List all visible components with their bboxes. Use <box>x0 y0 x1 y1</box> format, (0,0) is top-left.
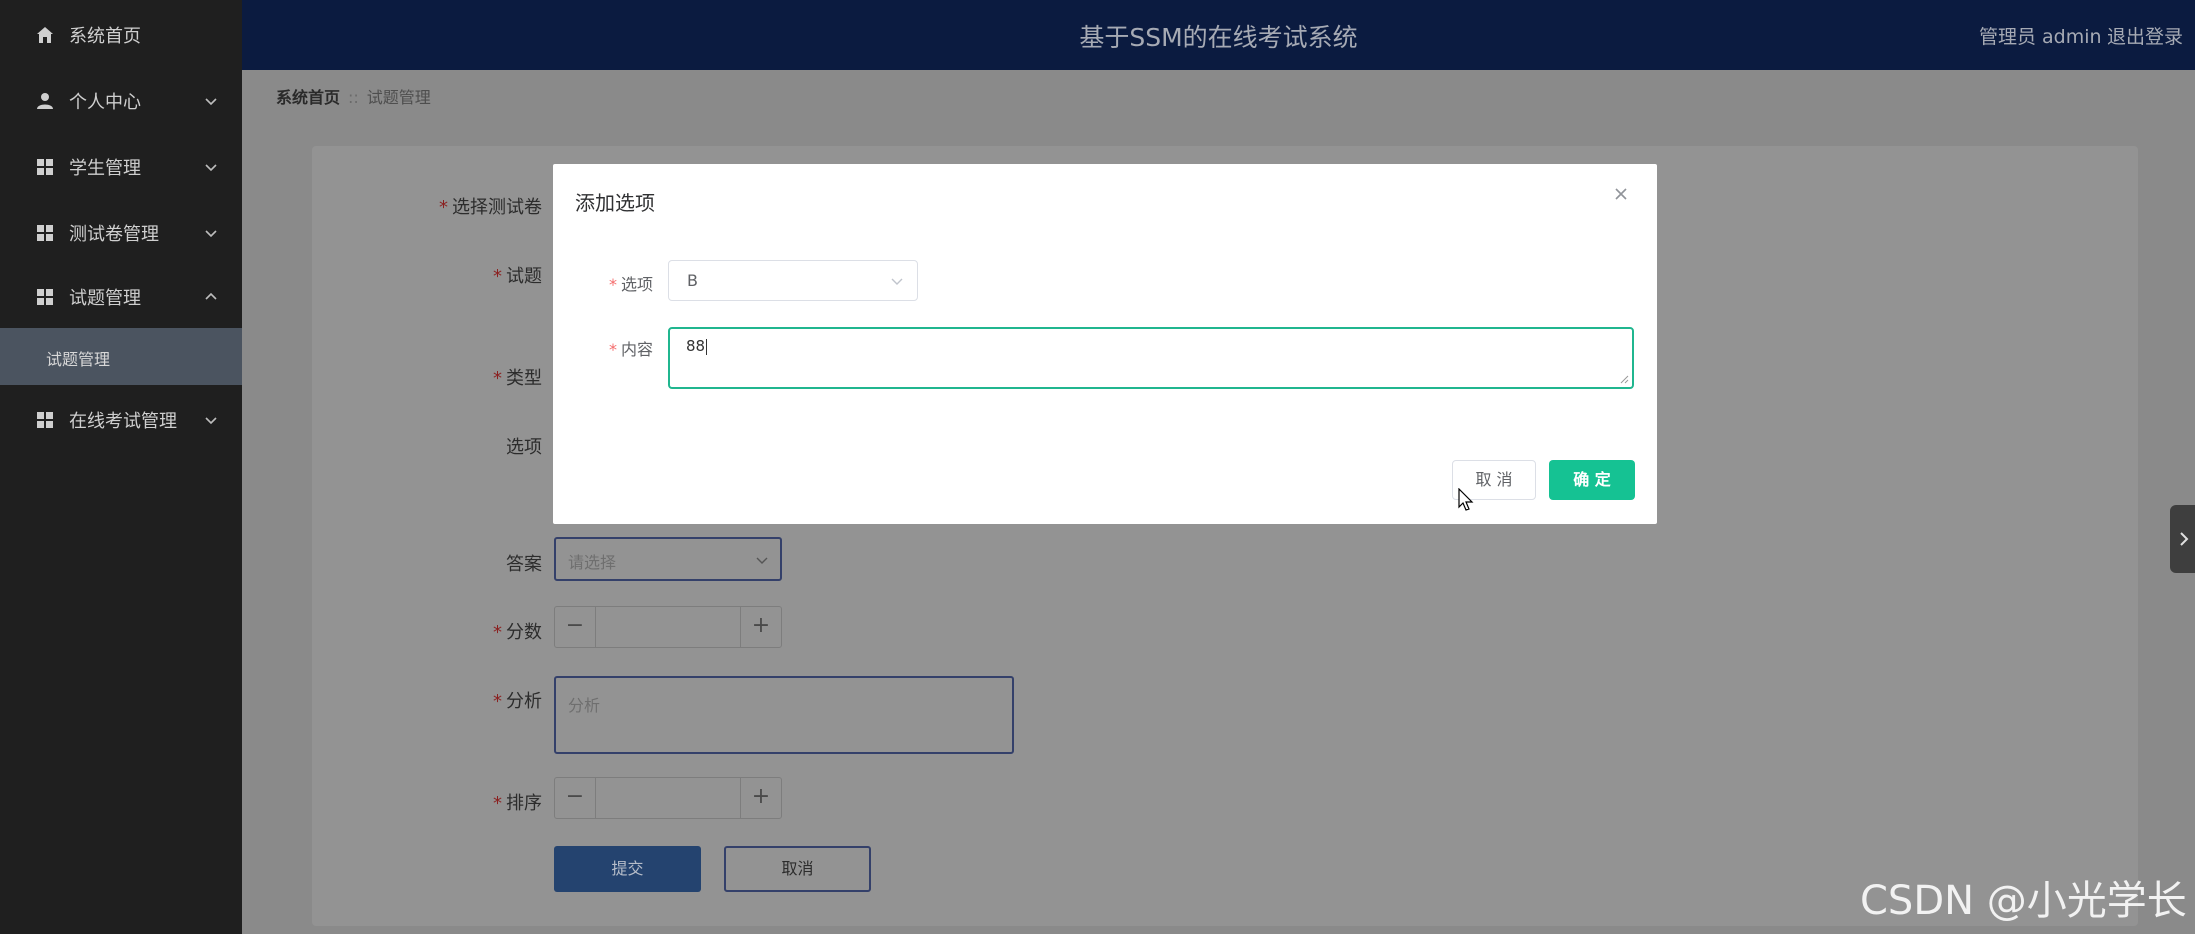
watermark: CSDN @小光学长 <box>1860 878 2187 924</box>
submit-button[interactable]: 提交 <box>554 846 701 892</box>
dialog-confirm-button[interactable]: 确 定 <box>1549 460 1635 500</box>
sidebar-item-label: 个人中心 <box>69 92 141 113</box>
sidebar-item-online-exams[interactable]: 在线考试管理 <box>0 387 242 453</box>
sidebar-item-students[interactable]: 学生管理 <box>0 134 242 200</box>
chevron-up-icon <box>205 292 217 300</box>
answer-label: 答案 <box>506 554 542 575</box>
breadcrumb: 系统首页:: 试题管理 <box>276 84 431 108</box>
chevron-down-icon <box>205 164 217 172</box>
analysis-textarea[interactable]: 分析 <box>554 676 1014 754</box>
sidebar-item-label: 学生管理 <box>69 158 141 179</box>
top-header: 基于SSM的在线考试系统 管理员 admin 退出登录 <box>242 0 2195 70</box>
chevron-down-icon <box>205 230 217 238</box>
sidebar-item-questions[interactable]: 试题管理 <box>0 264 242 330</box>
home-icon <box>37 27 53 43</box>
sidebar-item-home[interactable]: 系统首页 <box>0 2 242 68</box>
dialog-option-label: * 选项 <box>609 275 654 294</box>
add-option-dialog: 添加选项 * 选项 B * 内容 88 取 消 确 定 <box>553 164 1657 524</box>
dialog-title: 添加选项 <box>575 191 655 215</box>
option-select-value: B <box>687 271 698 290</box>
grid-icon <box>37 159 53 175</box>
sidebar-item-label: 在线考试管理 <box>69 411 177 432</box>
grid-icon <box>37 225 53 241</box>
options-label: 选项 <box>506 437 542 458</box>
sidebar-item-label: 试题管理 <box>69 288 141 309</box>
user-info: 管理员 admin <box>1979 26 2102 48</box>
score-stepper[interactable]: − + <box>554 606 782 648</box>
chevron-right-icon <box>2180 532 2189 546</box>
sidebar-item-label: 测试卷管理 <box>69 224 159 245</box>
type-label: * 类型 <box>493 368 542 389</box>
breadcrumb-current: 试题管理 <box>366 88 431 107</box>
grid-icon <box>37 289 53 305</box>
resize-grip-icon[interactable] <box>1619 374 1629 384</box>
grid-icon <box>37 412 53 428</box>
sidebar-item-label: 系统首页 <box>69 26 141 47</box>
score-decrement-button[interactable]: − <box>555 607 596 647</box>
logout-link[interactable]: 退出登录 <box>2107 22 2183 49</box>
close-icon[interactable] <box>1613 186 1629 202</box>
answer-placeholder: 请选择 <box>568 553 617 572</box>
breadcrumb-separator: :: <box>348 88 359 107</box>
analysis-label: * 分析 <box>493 691 542 712</box>
order-increment-button[interactable]: + <box>740 778 781 818</box>
paper-label: * 选择测试卷 <box>439 197 542 218</box>
analysis-placeholder: 分析 <box>568 696 601 715</box>
score-label: * 分数 <box>493 622 542 643</box>
breadcrumb-home[interactable]: 系统首页 <box>276 88 340 107</box>
sidebar-subitem-label: 试题管理 <box>46 350 111 369</box>
side-panel-handle[interactable] <box>2170 505 2195 573</box>
content-textarea[interactable]: 88 <box>668 327 1634 389</box>
sidebar-item-test-papers[interactable]: 测试卷管理 <box>0 200 242 266</box>
sidebar-item-profile[interactable]: 个人中心 <box>0 68 242 134</box>
order-label: * 排序 <box>493 793 542 814</box>
sidebar: 系统首页 个人中心 学生管理 测试卷管理 试题管理 试题管理 在线考试管理 <box>0 0 242 934</box>
chevron-down-icon <box>205 417 217 425</box>
order-stepper[interactable]: − + <box>554 777 782 819</box>
dialog-content-label: * 内容 <box>609 340 654 359</box>
answer-select[interactable]: 请选择 <box>554 537 782 581</box>
score-increment-button[interactable]: + <box>740 607 781 647</box>
chevron-down-icon <box>205 98 217 106</box>
form-cancel-button[interactable]: 取消 <box>724 846 871 892</box>
question-label: * 试题 <box>493 266 542 287</box>
chevron-down-icon <box>891 278 903 285</box>
chevron-down-icon <box>756 557 768 564</box>
option-select[interactable]: B <box>668 260 918 301</box>
app-title: 基于SSM的在线考试系统 <box>1079 23 1358 52</box>
content-value: 88 <box>686 337 708 355</box>
sidebar-subitem-questions[interactable]: 试题管理 <box>0 328 242 385</box>
mouse-cursor-icon <box>1458 488 1474 511</box>
user-icon <box>37 93 53 109</box>
order-decrement-button[interactable]: − <box>555 778 596 818</box>
